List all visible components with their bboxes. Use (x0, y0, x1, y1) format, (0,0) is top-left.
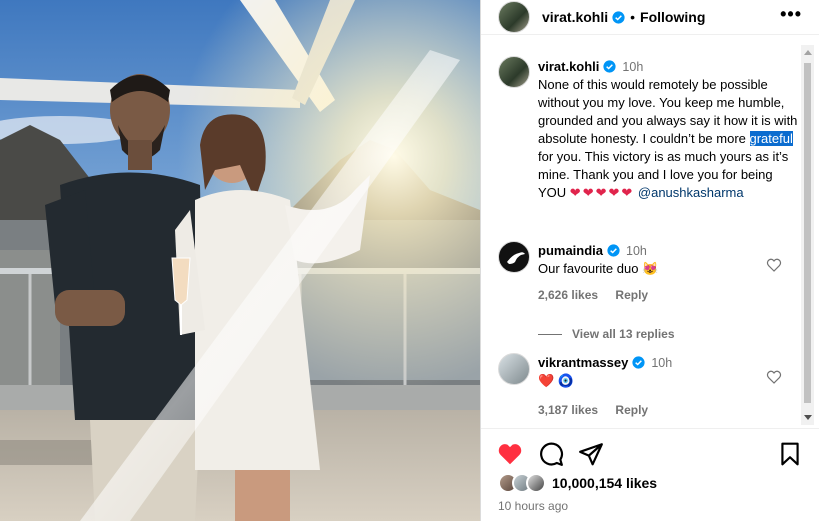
reply-button[interactable]: Reply (615, 403, 648, 417)
liker-avatar (526, 473, 546, 493)
puma-logo-icon (507, 252, 525, 264)
comment-time[interactable]: 10h (651, 356, 672, 370)
post-panel: virat.kohli • Following ••• virat.kohli 1… (480, 0, 819, 521)
comment-icon[interactable] (538, 441, 564, 467)
verified-badge-icon (603, 60, 617, 73)
heart-outline-icon[interactable] (766, 369, 782, 385)
view-replies-label: View all 13 replies (572, 327, 675, 341)
bookmark-icon[interactable] (777, 441, 803, 467)
commenter-username[interactable]: pumaindia (538, 243, 603, 258)
more-options-icon[interactable]: ••• (780, 5, 802, 23)
caption-avatar[interactable] (498, 56, 530, 88)
verified-badge-icon (632, 356, 645, 369)
author-avatar[interactable] (498, 1, 530, 33)
caption-time[interactable]: 10h (622, 60, 643, 74)
commenter-username[interactable]: vikrantmassey (538, 355, 628, 370)
scroll-up-arrow-icon[interactable] (804, 50, 812, 55)
action-bar: 10,000,154 likes 10 hours ago (481, 428, 819, 521)
comments-list[interactable]: virat.kohli 10h None of this would remote… (481, 45, 819, 425)
verified-badge-icon (607, 244, 620, 257)
heart-filled-icon[interactable] (497, 441, 523, 467)
heart-outline-icon[interactable] (766, 257, 782, 273)
likes-count[interactable]: 10,000,154 likes (552, 475, 657, 491)
reply-button[interactable]: Reply (615, 288, 648, 302)
comments-scrollbar[interactable] (801, 45, 814, 425)
comment-likes[interactable]: 2,626 likes (538, 288, 598, 302)
view-replies-button[interactable]: View all 13 replies (538, 327, 675, 341)
share-icon[interactable] (578, 441, 604, 467)
comment-time[interactable]: 10h (626, 244, 647, 258)
likes-summary[interactable]: 10,000,154 likes (498, 473, 657, 493)
selected-text: grateful (749, 131, 793, 146)
comment-likes[interactable]: 3,187 likes (538, 403, 598, 417)
replies-divider (538, 333, 562, 335)
post-timestamp[interactable]: 10 hours ago (498, 499, 568, 513)
comment-text: Our favourite duo 😻 (538, 261, 659, 276)
verified-badge-icon (612, 10, 625, 24)
caption-username[interactable]: virat.kohli (538, 59, 599, 74)
comment-text: ❤️ 🧿 (538, 373, 574, 388)
separator-dot: • (630, 9, 636, 25)
commenter-avatar[interactable] (498, 353, 530, 385)
author-username[interactable]: virat.kohli (542, 9, 608, 25)
post-header: virat.kohli • Following ••• (481, 0, 819, 35)
hearts-emoji: ❤❤❤❤❤ (569, 185, 635, 200)
scroll-down-arrow-icon[interactable] (804, 415, 812, 420)
mention-link[interactable]: @anushkasharma (638, 185, 744, 200)
post-photo[interactable] (0, 0, 480, 521)
following-button[interactable]: Following (640, 9, 705, 25)
couple-photo-image (0, 0, 480, 521)
scroll-thumb[interactable] (804, 63, 811, 403)
commenter-avatar[interactable] (498, 241, 530, 273)
